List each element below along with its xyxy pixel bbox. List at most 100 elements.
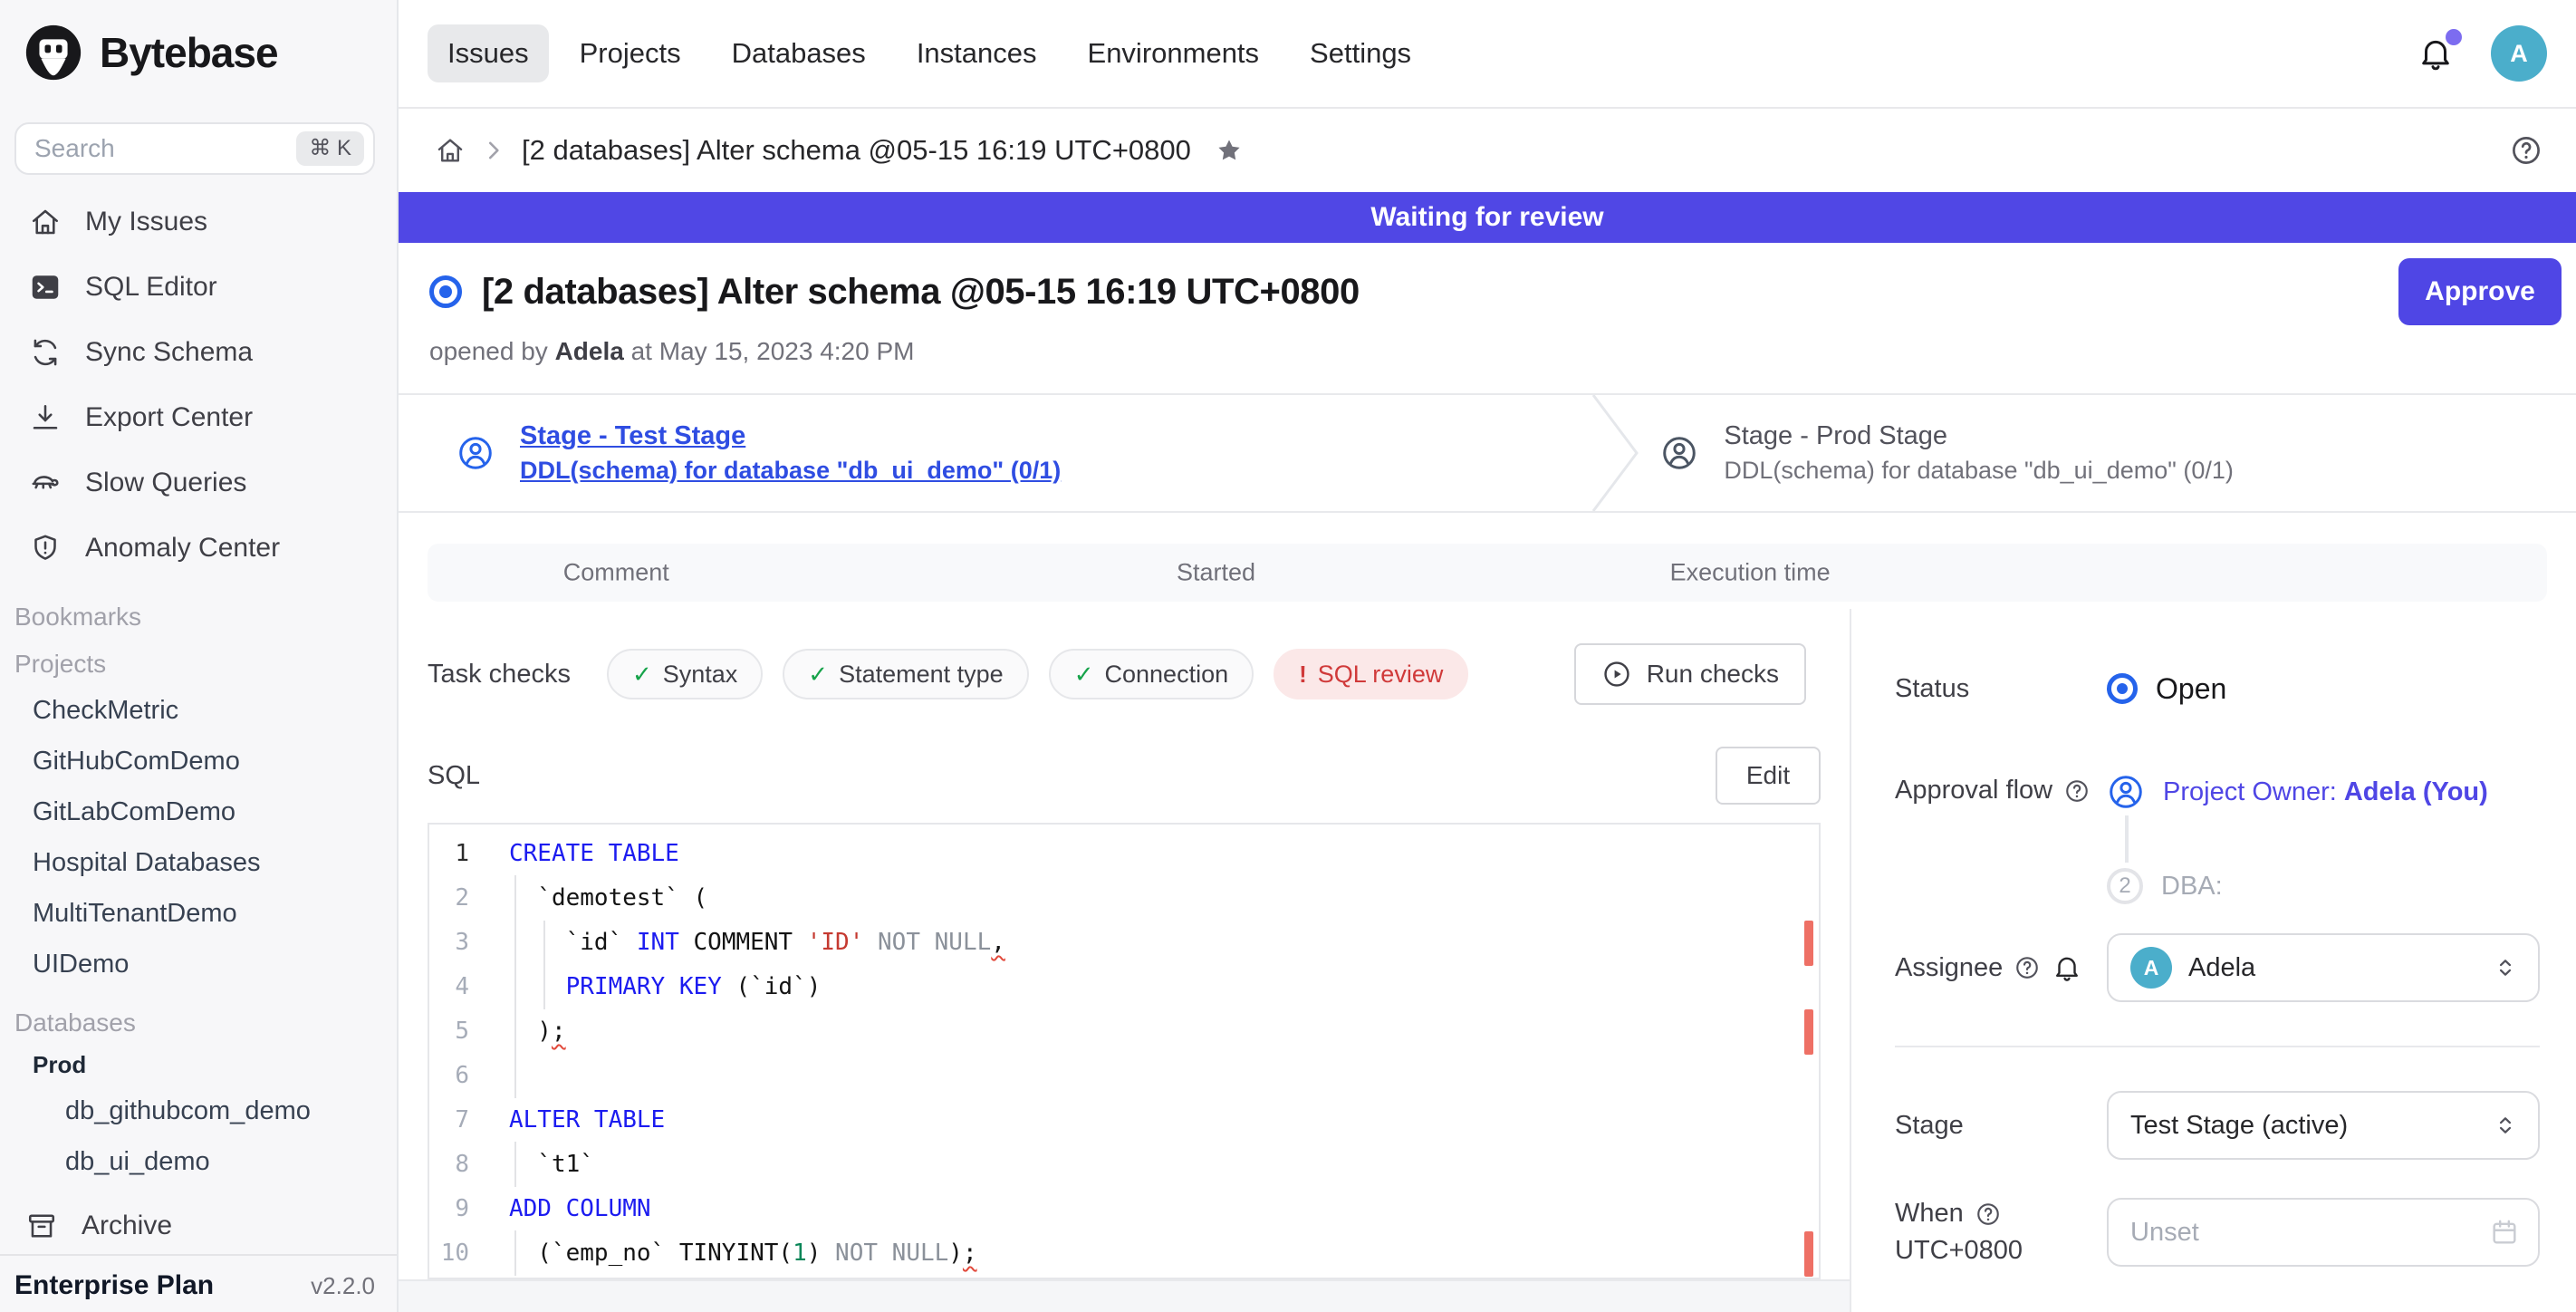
- code-line: `demotest` (: [509, 876, 1819, 921]
- chevron-updown-icon: [2491, 1111, 2520, 1140]
- stage-title[interactable]: Stage - Test Stage: [520, 421, 1061, 451]
- sidebar-item-sync-schema[interactable]: Sync Schema: [0, 320, 397, 385]
- logo[interactable]: Bytebase: [0, 0, 397, 104]
- issue-title: [2 databases] Alter schema @05-15 16:19 …: [482, 272, 1360, 313]
- project-list: CheckMetricGitHubComDemoGitLabComDemoHos…: [0, 686, 397, 990]
- notifications-button[interactable]: [2417, 34, 2455, 72]
- sidebar-item-slow-queries[interactable]: Slow Queries: [0, 450, 397, 516]
- sidebar-project-gitlabcomdemo[interactable]: GitLabComDemo: [0, 787, 397, 838]
- when-timezone: UTC+0800: [1895, 1236, 2023, 1266]
- sidebar-project-githubcomdemo[interactable]: GitHubComDemo: [0, 737, 397, 787]
- run-checks-button[interactable]: Run checks: [1574, 643, 1806, 705]
- play-circle-icon: [1601, 659, 1632, 690]
- stage-separator: [1591, 395, 1639, 511]
- assignee-select[interactable]: A Adela: [2107, 933, 2540, 1002]
- check-icon: ✓: [808, 661, 828, 689]
- stage-card-prod[interactable]: Stage - Prod Stage DDL(schema) for datab…: [1639, 395, 2576, 511]
- plan-name: Enterprise Plan: [14, 1270, 214, 1301]
- star-icon[interactable]: [1215, 136, 1244, 165]
- approval-flow-label: Approval flow: [1895, 772, 2107, 806]
- sidebar-project-uidemo[interactable]: UIDemo: [0, 940, 397, 990]
- user-avatar[interactable]: A: [2491, 25, 2547, 82]
- assignee-value: Adela: [2188, 953, 2255, 983]
- subscribe-bell-icon[interactable]: [2052, 952, 2082, 983]
- code-line: ADD COLUMN: [509, 1187, 1819, 1231]
- main-nav: IssuesProjectsDatabasesInstancesEnvironm…: [428, 24, 1431, 82]
- stage-label: Stage: [1895, 1111, 2107, 1141]
- check-pill-syntax[interactable]: ✓Syntax: [607, 649, 763, 699]
- sidebar-item-archive[interactable]: Archive: [0, 1199, 397, 1254]
- sidebar-project-hospital-databases[interactable]: Hospital Databases: [0, 838, 397, 889]
- sql-section-label: SQL: [428, 761, 480, 791]
- sidebar-item-my-issues[interactable]: My Issues: [0, 189, 397, 255]
- sidebar-database-db_ui_demo[interactable]: db_ui_demo: [0, 1137, 397, 1188]
- stage-task-label: DDL(schema) for database "db_ui_demo" (0…: [1724, 457, 2233, 485]
- indent-guide: [514, 1142, 516, 1187]
- line-number: 9: [429, 1187, 469, 1231]
- home-icon: [29, 206, 62, 238]
- error-overview-mark: [1804, 1231, 1813, 1277]
- question-circle-icon[interactable]: [1975, 1201, 2002, 1228]
- tab-issues[interactable]: Issues: [428, 24, 549, 82]
- home-icon[interactable]: [435, 135, 466, 166]
- check-pill-statement-type[interactable]: ✓ Statement type: [783, 649, 1028, 699]
- brand-name: Bytebase: [100, 28, 278, 77]
- turtle-icon: [29, 467, 62, 499]
- tab-projects[interactable]: Projects: [560, 24, 701, 82]
- stage-select[interactable]: Test Stage (active): [2107, 1091, 2540, 1160]
- tab-environments[interactable]: Environments: [1068, 24, 1280, 82]
- sidebar-section-bookmarks: Bookmarks: [0, 595, 397, 639]
- chevron-updown-icon: [2491, 953, 2520, 982]
- archive-icon: [25, 1210, 58, 1242]
- approver-name: Adela (You): [2344, 777, 2488, 806]
- stage-card-test[interactable]: Stage - Test Stage DDL(schema) for datab…: [399, 395, 1591, 511]
- check-pill-sql-review[interactable]: !SQL review: [1274, 649, 1468, 699]
- search-shortcut: ⌘ K: [296, 131, 364, 166]
- code-line: (`emp_no` TINYINT(1) NOT NULL);: [509, 1231, 1819, 1276]
- sidebar-database-db_githubcom_demo[interactable]: db_githubcom_demo: [0, 1086, 397, 1137]
- tab-settings[interactable]: Settings: [1290, 24, 1431, 82]
- sidebar-item-export-center[interactable]: Export Center: [0, 385, 397, 450]
- task-check-pills: ✓Syntax ✓ Statement type ✓Connection !SQL re…: [607, 649, 1468, 699]
- task-table-column: Started: [1177, 559, 1255, 587]
- line-number: 4: [429, 965, 469, 1009]
- tab-databases[interactable]: Databases: [712, 24, 886, 82]
- sidebar-item-sql-editor[interactable]: SQL Editor: [0, 255, 397, 320]
- check-pill-label: Statement type: [839, 661, 1004, 689]
- line-number: 1: [429, 832, 469, 876]
- sidebar-item-label: My Issues: [85, 207, 207, 237]
- check-pill-connection[interactable]: ✓Connection: [1049, 649, 1254, 699]
- status-label: Status: [1895, 674, 2107, 704]
- sidebar-item-label: Export Center: [85, 402, 253, 433]
- question-circle-icon[interactable]: [2063, 777, 2091, 805]
- content-fold: [399, 1279, 1850, 1312]
- edit-sql-button[interactable]: Edit: [1716, 747, 1821, 805]
- status-banner: Waiting for review: [399, 192, 2576, 243]
- search-box[interactable]: ⌘ K: [14, 122, 375, 175]
- error-overview-mark: [1804, 1009, 1813, 1055]
- when-datetime-input[interactable]: Unset: [2107, 1198, 2540, 1267]
- stage-title: Stage - Prod Stage: [1724, 421, 2233, 451]
- help-icon[interactable]: [2509, 133, 2543, 168]
- check-pill-label: Syntax: [663, 661, 738, 689]
- sidebar-menu: My Issues SQL EditorSync Schema Export Cen…: [0, 189, 397, 581]
- sidebar-item-anomaly-center[interactable]: Anomaly Center: [0, 516, 397, 581]
- sql-editor[interactable]: 12345678910 CREATE TABLE `demotest` ( `i…: [428, 823, 1821, 1279]
- approval-step-1: Project Owner: Adela (You): [2107, 772, 2540, 812]
- code-line: `id` INT COMMENT 'ID' NOT NULL,: [509, 921, 1819, 965]
- panel-divider: [1895, 1046, 2540, 1047]
- editor-code: CREATE TABLE `demotest` ( `id` INT COMME…: [491, 825, 1819, 1278]
- tab-instances[interactable]: Instances: [897, 24, 1057, 82]
- code-line: ALTER TABLE: [509, 1098, 1819, 1143]
- approve-button[interactable]: Approve: [2398, 258, 2562, 325]
- question-circle-icon[interactable]: [2014, 954, 2041, 981]
- stage-task-link[interactable]: DDL(schema) for database "db_ui_demo" (0…: [520, 457, 1061, 485]
- assignee-label: Assignee: [1895, 952, 2107, 983]
- database-list: db_githubcom_demodb_ui_demo: [0, 1086, 397, 1188]
- sidebar-project-checkmetric[interactable]: CheckMetric: [0, 686, 397, 737]
- notification-dot: [2446, 29, 2462, 45]
- sync-icon: [29, 336, 62, 369]
- status-value: Open: [2156, 672, 2226, 706]
- line-number: 7: [429, 1098, 469, 1143]
- sidebar-project-multitenantdemo[interactable]: MultiTenantDemo: [0, 889, 397, 940]
